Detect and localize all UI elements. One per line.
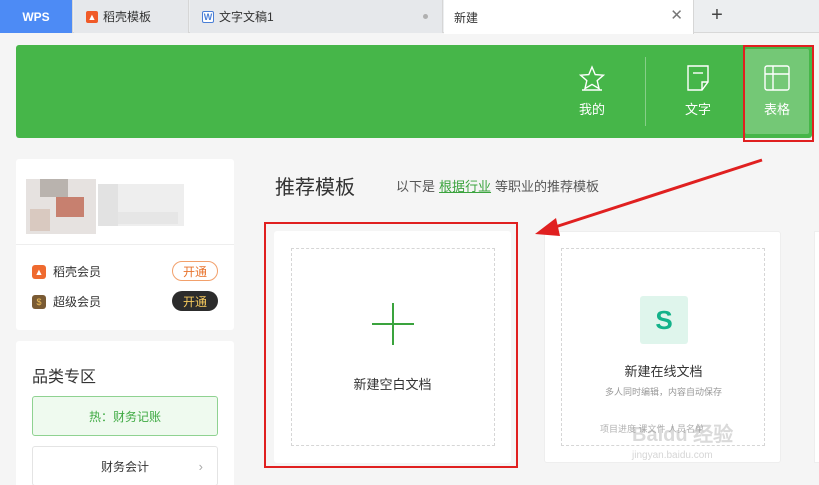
daoke-member-row: ▲ 稻壳会员 bbox=[32, 263, 101, 280]
subtitle-suffix: 等职业的推荐模板 bbox=[495, 179, 600, 194]
add-tab-button[interactable]: + bbox=[706, 5, 728, 25]
writer-label: 文字 bbox=[684, 102, 711, 117]
open-super-member-button[interactable]: 开通 bbox=[172, 291, 218, 311]
tab-document[interactable]: W 文字文稿1 bbox=[190, 0, 443, 33]
category-title: 品类专区 bbox=[32, 369, 97, 386]
online-doc-s-icon: S bbox=[640, 296, 688, 344]
tab-new-label: 新建 bbox=[454, 10, 479, 25]
super-member-row: $ 超级会员 bbox=[32, 293, 101, 310]
highlight-box-spreadsheet bbox=[743, 45, 814, 142]
template-card-partial[interactable] bbox=[814, 231, 819, 463]
category-card: 品类专区 热：财务记账 财务会计 › bbox=[16, 341, 234, 485]
writer-button[interactable]: 文字 bbox=[655, 45, 741, 138]
tab-bar: WPS ▲ 稻壳模板 W 文字文稿1 新建 ✕ + bbox=[0, 0, 819, 34]
open-daoke-member-button[interactable]: 开通 bbox=[172, 261, 218, 281]
recommend-subtitle: 以下是 根据行业 等职业的推荐模板 bbox=[396, 176, 599, 195]
mine-button[interactable]: 我的 bbox=[549, 45, 635, 138]
tab-daoke-label: 稻壳模板 bbox=[103, 10, 152, 24]
super-member-icon: $ bbox=[32, 294, 46, 309]
industry-link[interactable]: 根据行业 bbox=[439, 179, 491, 194]
avatar[interactable] bbox=[26, 179, 96, 234]
star-icon bbox=[579, 65, 605, 91]
super-member-label: 超级会员 bbox=[53, 295, 102, 309]
subtitle-prefix: 以下是 bbox=[396, 179, 436, 194]
dashed-border bbox=[561, 248, 765, 446]
header-divider bbox=[645, 57, 646, 126]
hot-category-button[interactable]: 热：财务记账 bbox=[32, 396, 218, 436]
online-document-description: 多人同时编辑，内容自动保存 bbox=[604, 387, 722, 397]
divider bbox=[16, 244, 234, 245]
page-title: 推荐模板 bbox=[275, 177, 355, 199]
tab-new[interactable]: 新建 ✕ bbox=[444, 0, 694, 34]
document-icon bbox=[687, 65, 709, 91]
user-card: ▲ 稻壳会员 开通 $ 超级会员 开通 bbox=[16, 159, 234, 330]
tab-wps[interactable]: WPS bbox=[0, 0, 73, 33]
daoke-member-icon: ▲ bbox=[32, 264, 46, 279]
watermark-url: jingyan.baidu.com bbox=[632, 450, 713, 461]
highlight-box-blank-document bbox=[264, 222, 518, 468]
new-document-header: 我的 文字 表格 bbox=[16, 45, 812, 138]
writer-doc-icon: W bbox=[202, 10, 214, 23]
daoke-member-label: 稻壳会员 bbox=[53, 265, 102, 279]
watermark-logo: Baidu 经验 bbox=[632, 424, 734, 446]
tab-document-label: 文字文稿1 bbox=[219, 10, 274, 24]
tab-daoke-templates[interactable]: ▲ 稻壳模板 bbox=[74, 0, 189, 33]
mine-label: 我的 bbox=[578, 102, 605, 117]
new-online-document-label: 新建在线文档 bbox=[624, 364, 703, 379]
tab-wps-label: WPS bbox=[22, 9, 50, 24]
category-item-label: 财务会计 bbox=[100, 459, 149, 474]
username-blurred bbox=[98, 184, 184, 226]
unsaved-dot-icon bbox=[423, 14, 428, 19]
close-icon[interactable]: ✕ bbox=[670, 8, 683, 24]
daoke-icon: ▲ bbox=[86, 10, 98, 23]
chevron-right-icon: › bbox=[198, 458, 203, 474]
category-item-finance[interactable]: 财务会计 › bbox=[32, 446, 218, 485]
